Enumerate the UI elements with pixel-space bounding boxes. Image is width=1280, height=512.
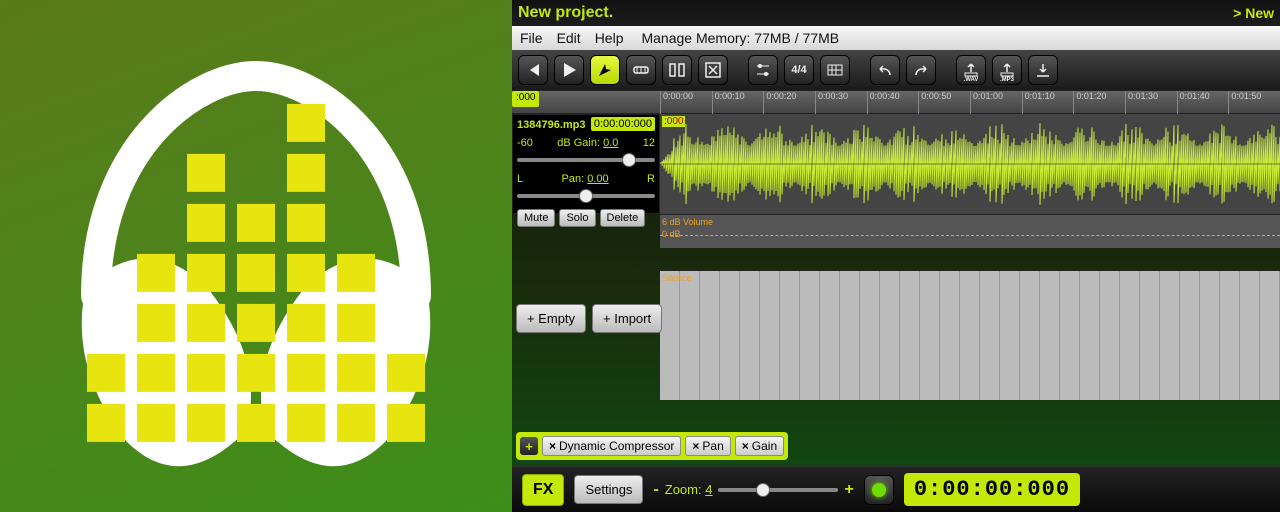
ruler-tick: 0:01:30 — [1125, 91, 1158, 115]
zoom-label: Zoom: 4 — [665, 482, 713, 497]
time-signature-button[interactable]: 4/4 — [784, 55, 814, 85]
ruler-tick: 0:01:00 — [970, 91, 1003, 115]
pan-left-label: L — [517, 173, 523, 185]
equalizer-bars — [87, 104, 425, 442]
play-button[interactable] — [554, 55, 584, 85]
rewind-button[interactable] — [518, 55, 548, 85]
news-ticker[interactable]: > New — [1233, 5, 1274, 21]
ruler-tick: 0:00:20 — [763, 91, 796, 115]
gain-row: -60 dB Gain: 0.0 12 — [517, 137, 655, 149]
fx-chips-bar: + ×Dynamic Compressor×Pan×Gain — [516, 432, 788, 460]
app-logo-panel — [0, 0, 512, 512]
solo-button[interactable]: Solo — [559, 209, 595, 227]
add-track-row: + Empty + Import — [516, 304, 662, 333]
close-icon[interactable]: × — [742, 439, 749, 453]
ruler-tick: 0:00:10 — [712, 91, 745, 115]
pan-row: L Pan: 0.00 R — [517, 173, 655, 185]
zoom-out-button[interactable]: - — [653, 481, 658, 499]
gain-min-label: -60 — [517, 137, 533, 149]
ruler-tick: 0:01:50 — [1228, 91, 1261, 115]
title-bar: New project. > New — [512, 0, 1280, 26]
zoom-slider[interactable] — [718, 488, 838, 492]
menu-item-file[interactable]: File — [520, 30, 543, 46]
ruler-tick: 0:01:20 — [1073, 91, 1106, 115]
waveform-display[interactable]: :000 — [660, 114, 1280, 214]
bottom-bar: FX Settings - Zoom: 4 + 0:00:00:000 — [512, 466, 1280, 512]
volume-strip-label: 6 dB Volume — [662, 217, 713, 227]
import-track-button[interactable]: + Import — [592, 304, 662, 333]
gain-slider[interactable] — [517, 158, 655, 162]
delete-tool-button[interactable] — [698, 55, 728, 85]
ruler-tick: 0:00:30 — [815, 91, 848, 115]
menu-item-edit[interactable]: Edit — [557, 30, 581, 46]
playhead-marker[interactable]: :000 — [512, 91, 539, 107]
project-title: New project. — [518, 4, 613, 22]
close-icon[interactable]: × — [549, 439, 556, 453]
download-button[interactable] — [1028, 55, 1058, 85]
volume-zero-line — [660, 235, 1280, 236]
mute-button[interactable]: Mute — [517, 209, 555, 227]
fx-panel-button[interactable]: FX — [522, 474, 564, 506]
memory-indicator[interactable]: Manage Memory: 77MB / 77MB — [641, 30, 839, 46]
record-button[interactable] — [864, 475, 894, 505]
ruler-tick: 0:01:10 — [1022, 91, 1055, 115]
slice-tool-button[interactable] — [626, 55, 656, 85]
fx-chip-dynamic-compressor[interactable]: ×Dynamic Compressor — [542, 436, 681, 456]
audio-editor-window: New project. > New File Edit Help Manage Me… — [512, 0, 1280, 512]
split-tool-button[interactable] — [662, 55, 692, 85]
gain-max-label: 12 — [643, 137, 655, 149]
fx-chip-gain[interactable]: ×Gain — [735, 436, 784, 456]
track-header: 1384796.mp3 0:00:00:000 -60 dB Gain: 0.0… — [512, 114, 660, 214]
zoom-in-button[interactable]: + — [844, 481, 853, 499]
ruler-tick: 0:01:40 — [1177, 91, 1210, 115]
redo-button[interactable] — [906, 55, 936, 85]
close-icon[interactable]: × — [692, 439, 699, 453]
record-indicator-icon — [872, 483, 886, 497]
silence-label: Silence — [662, 273, 692, 283]
track-time-display: 0:00:00:000 — [591, 117, 655, 131]
automation-button[interactable] — [748, 55, 778, 85]
undo-button[interactable] — [870, 55, 900, 85]
ruler-tick: 0:00:50 — [918, 91, 951, 115]
fx-chip-pan[interactable]: ×Pan — [685, 436, 730, 456]
main-toolbar: 4/4 .WAV.MP3 — [512, 50, 1280, 90]
settings-button[interactable]: Settings — [574, 475, 643, 504]
tracks-area: 1384796.mp3 0:00:00:000 -60 dB Gain: 0.0… — [512, 114, 1280, 466]
ruler-tick: 0:00:00 — [660, 91, 693, 115]
delete-track-button[interactable]: Delete — [600, 209, 646, 227]
menu-bar: File Edit Help Manage Memory: 77MB / 77MB — [512, 26, 1280, 50]
grid-button[interactable] — [820, 55, 850, 85]
silence-strip[interactable]: Silence — [660, 270, 1280, 400]
volume-automation-strip[interactable]: 6 dB Volume 0 dB — [660, 214, 1280, 248]
export-mp3-button[interactable]: .MP3 — [992, 55, 1022, 85]
timeline-ruler[interactable]: :000 0:00:00 0:00:10 0:00:20 0:00:30 0:00:40… — [512, 90, 1280, 114]
timecode-display: 0:00:00:000 — [904, 473, 1080, 506]
add-fx-button[interactable]: + — [520, 437, 538, 455]
pan-right-label: R — [647, 173, 655, 185]
add-empty-track-button[interactable]: + Empty — [516, 304, 586, 333]
ruler-tick: 0:00:40 — [867, 91, 900, 115]
clip-start-marker: :000 — [662, 116, 685, 127]
select-tool-button[interactable] — [590, 55, 620, 85]
pan-slider[interactable] — [517, 194, 655, 198]
volume-zero-label: 0 dB — [662, 229, 681, 239]
export-wav-button[interactable]: .WAV — [956, 55, 986, 85]
menu-item-help[interactable]: Help — [595, 30, 624, 46]
